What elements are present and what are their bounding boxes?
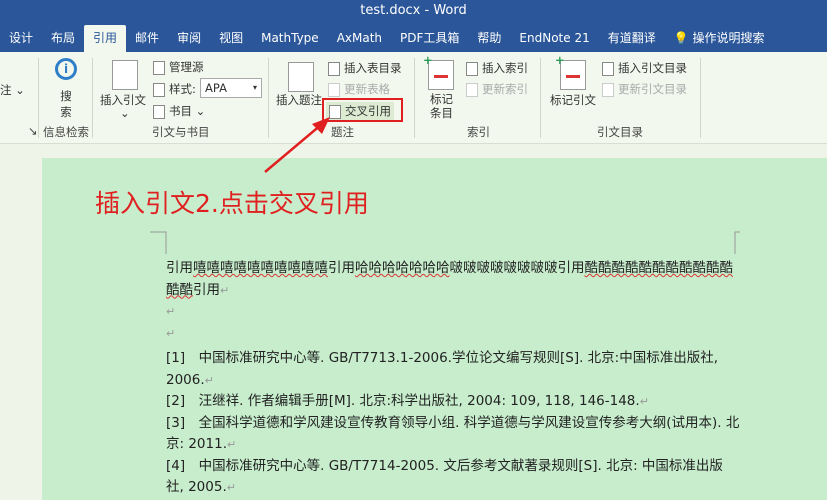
reference-text: [2] 汪继祥. 作者编辑手册[M]. 北京:科学出版社, 2004: 109,… [166,393,640,409]
paragraph: 引用嘻嘻嘻嘻嘻嘻嘻嘻嘻嘻引用哈哈哈哈哈哈哈啵啵啵啵啵啵啵啵引用酷酷酷酷酷酷酷酷酷… [166,258,740,301]
text-run: 引用 [193,281,220,298]
reference-text: [4] 中国标准研究中心等. GB/T7714-2005. 文后参考文献著录规则… [166,457,723,496]
empty-paragraph: ↵ [166,326,176,340]
paragraph-mark: ↵ [639,395,649,408]
reference-text: [1] 中国标准研究中心等. GB/T7713.1-2006.学位论文编写规则[… [166,350,719,388]
document-body[interactable]: 引用嘻嘻嘻嘻嘻嘻嘻嘻嘻嘻引用哈哈哈哈哈哈哈啵啵啵啵啵啵啵啵引用酷酷酷酷酷酷酷酷酷… [166,258,740,499]
reference-item: [4] 中国标准研究中心等. GB/T7714-2005. 文后参考文献著录规则… [166,456,740,499]
text-run: 啵啵啵啵啵啵啵啵 [449,260,558,276]
paragraph-mark: ↵ [226,481,236,494]
reference-item: [2] 汪继祥. 作者编辑手册[M]. 北京:科学出版社, 2004: 109,… [166,391,740,413]
misspelled-text: 哈哈哈哈哈哈哈 [355,260,450,276]
margin-marks [150,231,740,254]
reference-text: [3] 全国科学道德和学风建设宣传教育领导小组. 科学道德与学风建设宣传参考大纲… [166,414,740,453]
text-run: 引用 [557,260,585,276]
empty-paragraph: ↵ [166,305,176,318]
reference-item: [1] 中国标准研究中心等. GB/T7713.1-2006.学位论文编写规则[… [166,348,740,391]
reference-item: [3] 全国科学道德和学风建设宣传教育领导小组. 科学道德与学风建设宣传参考大纲… [166,413,740,456]
text-run: 引用 [328,260,355,276]
annotation-text: 插入引文2.点击交叉引用 [95,189,369,218]
paragraph-mark: ↵ [204,373,214,387]
text-run: 引用 [166,260,193,276]
misspelled-text: 嘻嘻嘻嘻嘻嘻嘻嘻嘻嘻 [193,260,328,276]
paragraph-mark: ↵ [220,283,230,297]
paragraph-mark: ↵ [227,438,237,451]
